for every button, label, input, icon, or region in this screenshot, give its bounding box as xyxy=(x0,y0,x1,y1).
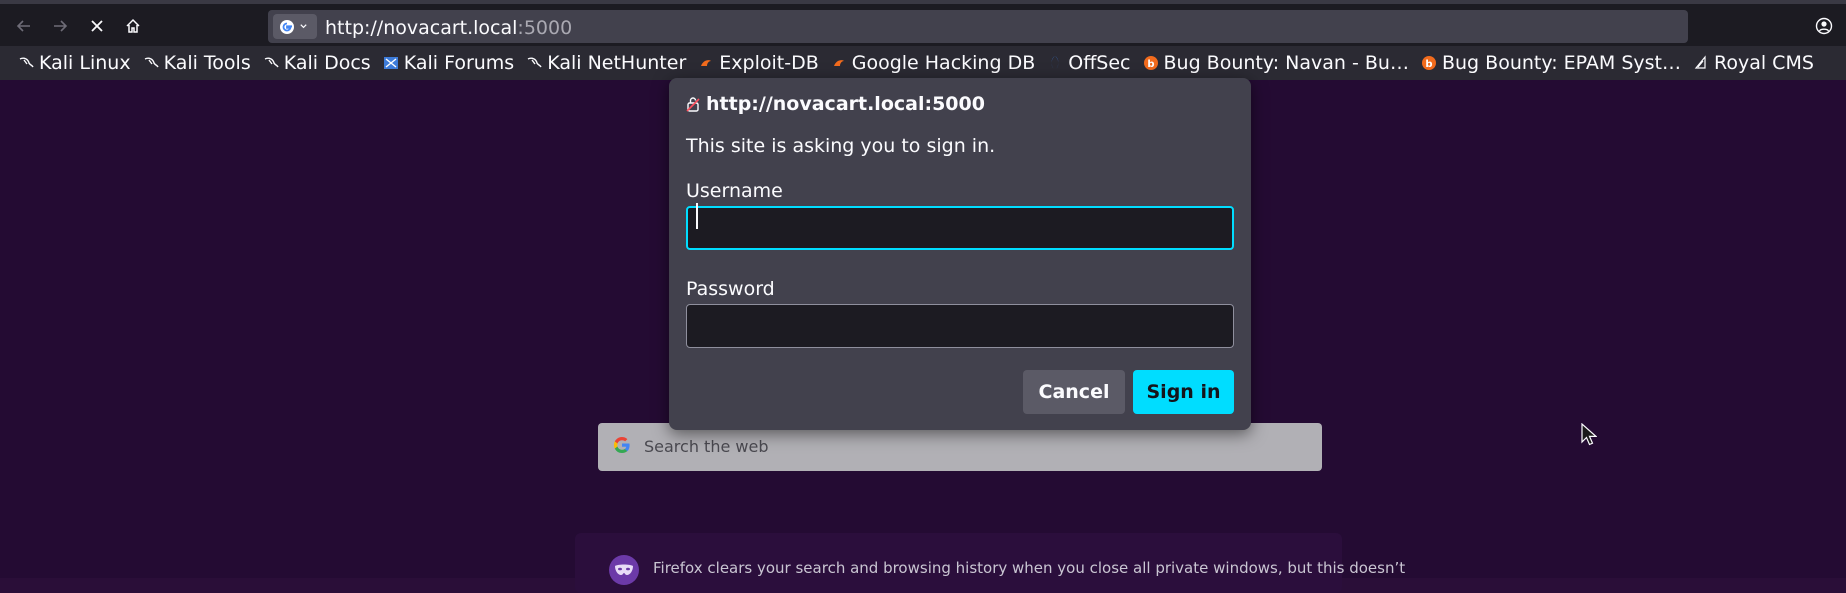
kali-icon xyxy=(19,57,34,68)
bookmark-label: Kali Tools xyxy=(163,52,251,74)
bookmark-bug-bounty-epam[interactable]: b Bug Bounty: EPAM Syst… xyxy=(1415,49,1687,77)
dialog-host-text: http://novacart.local:5000 xyxy=(706,93,985,115)
google-icon xyxy=(613,436,630,454)
bookmark-kali-linux[interactable]: Kali Linux xyxy=(12,49,137,77)
insecure-lock-icon xyxy=(686,96,700,112)
bugcrowd-icon: b xyxy=(1143,56,1158,70)
username-field[interactable] xyxy=(686,206,1234,250)
dialog-host: http://novacart.local:5000 xyxy=(686,93,985,115)
bookmark-kali-forums[interactable]: Kali Forums xyxy=(377,49,521,77)
username-label: Username xyxy=(686,180,783,202)
forward-button[interactable] xyxy=(47,13,73,39)
bookmark-kali-tools[interactable]: Kali Tools xyxy=(137,49,257,77)
bookmark-label: Google Hacking DB xyxy=(851,52,1036,74)
sign-in-button[interactable]: Sign in xyxy=(1133,370,1234,414)
bugcrowd-icon: b xyxy=(1421,56,1436,70)
bookmark-bug-bounty-navan[interactable]: b Bug Bounty: Navan - Bu… xyxy=(1137,49,1415,77)
bookmark-label: Bug Bounty: Navan - Bu… xyxy=(1163,52,1409,74)
bookmark-label: Exploit-DB xyxy=(719,52,819,74)
back-button[interactable] xyxy=(11,13,37,39)
account-button[interactable] xyxy=(1812,14,1836,38)
bookmark-label: OffSec xyxy=(1068,52,1131,74)
home-button[interactable] xyxy=(120,13,146,39)
offsec-icon xyxy=(1051,56,1059,70)
password-field[interactable] xyxy=(686,304,1234,348)
bookmark-label: Kali Linux xyxy=(39,52,131,74)
kali-forums-icon xyxy=(383,57,398,69)
bookmark-google-hacking-db[interactable]: Google Hacking DB xyxy=(825,49,1042,77)
text-caret xyxy=(696,203,698,229)
exploitdb-icon xyxy=(833,60,844,66)
bookmark-royal-cms[interactable]: Royal CMS xyxy=(1687,49,1820,77)
url-host: http://novacart.local xyxy=(325,17,518,39)
private-browsing-notice: Firefox clears your search and browsing … xyxy=(575,533,1405,593)
bookmark-label: Kali Docs xyxy=(283,52,371,74)
password-label: Password xyxy=(686,278,775,300)
cancel-button[interactable]: Cancel xyxy=(1023,370,1125,414)
svg-text:b: b xyxy=(1147,59,1154,70)
kali-icon xyxy=(527,57,542,68)
kali-icon xyxy=(264,57,279,68)
arrow-left-icon xyxy=(16,20,30,32)
bookmarks-toolbar: Kali Linux Kali Tools Kali Docs Kali For… xyxy=(0,46,1846,80)
mouse-pointer-icon xyxy=(1581,423,1597,446)
bookmark-exploit-db[interactable]: Exploit-DB xyxy=(692,49,824,77)
http-auth-dialog: http://novacart.local:5000 This site is … xyxy=(669,78,1251,430)
chevron-down-icon xyxy=(300,24,307,29)
private-notice-text: Firefox clears your search and browsing … xyxy=(653,559,1406,577)
web-search-box[interactable]: Search the web xyxy=(598,423,1322,471)
bookmark-label: Bug Bounty: EPAM Syst… xyxy=(1441,52,1681,74)
bookmark-label: Royal CMS xyxy=(1714,52,1814,74)
bookmark-kali-nethunter[interactable]: Kali NetHunter xyxy=(520,49,692,77)
url-bar[interactable]: http://novacart.local:5000 xyxy=(268,10,1688,43)
google-icon xyxy=(280,19,294,34)
svg-text:b: b xyxy=(1425,59,1432,70)
search-engine-button[interactable] xyxy=(273,14,317,39)
search-placeholder: Search the web xyxy=(644,437,769,456)
bookmark-label: Kali NetHunter xyxy=(547,52,687,74)
bookmark-label: Kali Forums xyxy=(403,52,515,74)
url-port: :5000 xyxy=(517,17,573,39)
bookmark-offsec[interactable]: OffSec xyxy=(1041,49,1136,77)
kali-icon xyxy=(144,57,159,68)
royal-icon xyxy=(1694,55,1706,69)
navigation-toolbar: http://novacart.local:5000 xyxy=(0,0,1846,46)
url-text[interactable]: http://novacart.local:5000 xyxy=(325,17,572,39)
close-icon xyxy=(91,20,103,32)
stop-button[interactable] xyxy=(84,13,110,39)
private-mask-icon xyxy=(609,555,639,585)
exploitdb-icon xyxy=(701,60,712,66)
bookmark-kali-docs[interactable]: Kali Docs xyxy=(257,49,377,77)
home-icon xyxy=(126,18,140,33)
account-icon xyxy=(1815,17,1833,35)
arrow-right-icon xyxy=(54,20,68,32)
dialog-message: This site is asking you to sign in. xyxy=(686,135,996,157)
